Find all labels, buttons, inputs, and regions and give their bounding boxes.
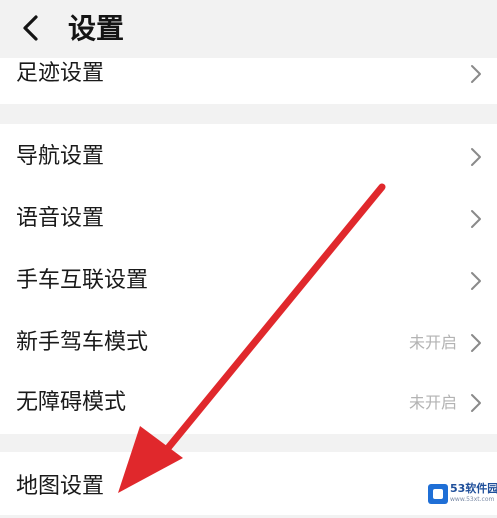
settings-group-map: 地图设置 [0, 452, 497, 515]
chevron-right-icon [471, 394, 481, 412]
settings-row-phone-car-link[interactable]: 手车互联设置 [0, 250, 497, 312]
settings-row-label: 无障碍模式 [16, 390, 127, 415]
settings-row-voice[interactable]: 语音设置 [0, 188, 497, 250]
settings-row-accessibility-mode[interactable]: 无障碍模式 未开启 [0, 372, 497, 434]
settings-row-novice-driving-mode[interactable]: 新手驾车模式 未开启 [0, 312, 497, 374]
settings-row-label: 足迹设置 [16, 61, 105, 86]
settings-group-footprint: 足迹设置 [0, 58, 497, 104]
chevron-right-icon [471, 334, 481, 352]
status-text: 未开启 [408, 393, 457, 412]
settings-row-label: 导航设置 [16, 144, 105, 169]
chevron-right-icon [471, 272, 481, 290]
watermark-icon [428, 484, 448, 504]
watermark-text: 53软件园 [450, 482, 497, 495]
chevron-left-icon[interactable] [14, 10, 50, 46]
chevron-right-icon [471, 148, 481, 166]
status-text: 未开启 [408, 333, 457, 352]
settings-row-label: 语音设置 [16, 206, 105, 231]
settings-row-navigation[interactable]: 导航设置 [0, 126, 497, 188]
settings-row-label: 手车互联设置 [16, 268, 149, 293]
watermark-logo: 53软件园 www.53xt.com [428, 482, 497, 506]
chevron-right-icon [471, 65, 481, 83]
settings-row-footprint[interactable]: 足迹设置 [0, 43, 497, 105]
watermark-subtext: www.53xt.com [450, 496, 495, 503]
settings-row-label: 地图设置 [16, 474, 105, 499]
settings-group-main: 导航设置 语音设置 手车互联设置 新手驾车模式 未开启 无障碍模式 未开启 [0, 124, 497, 434]
chevron-right-icon [471, 210, 481, 228]
settings-row-map[interactable]: 地图设置 [0, 456, 497, 518]
settings-row-label: 新手驾车模式 [16, 330, 149, 355]
